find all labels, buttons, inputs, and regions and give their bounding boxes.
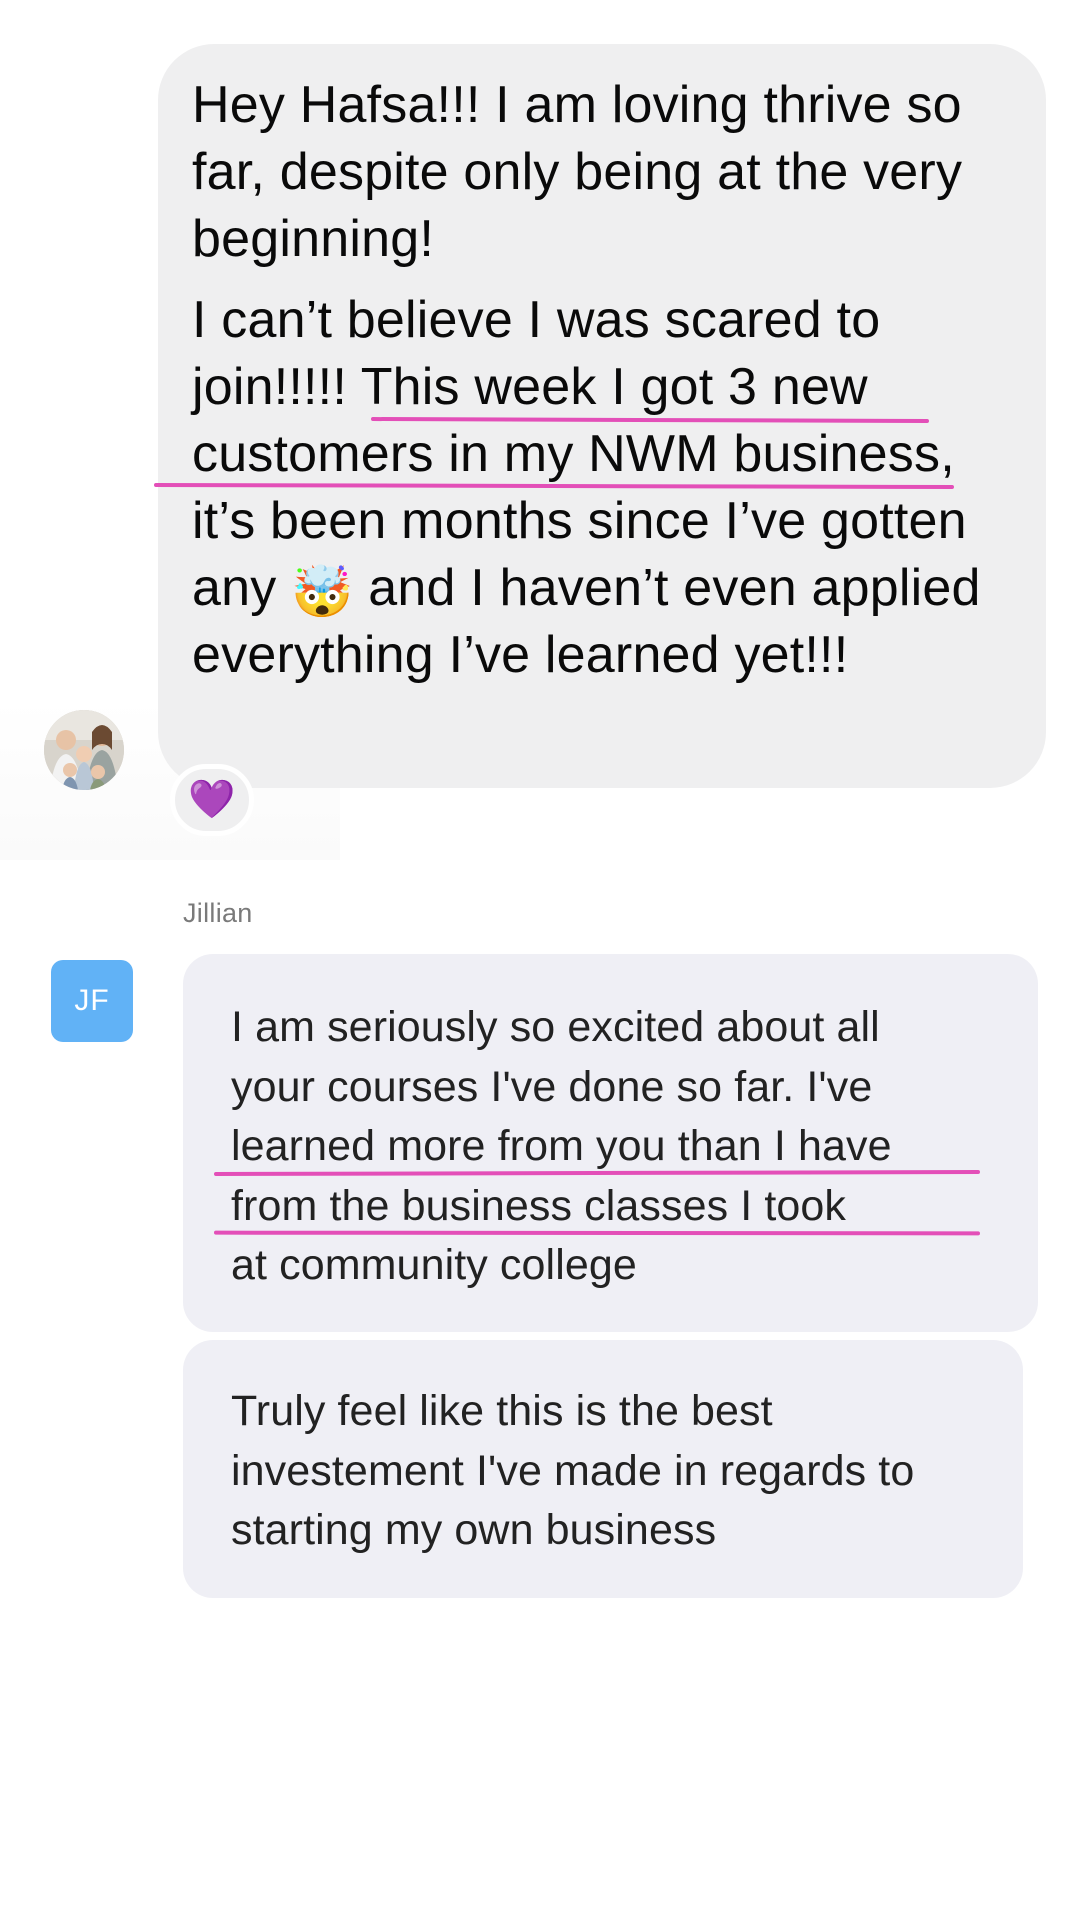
highlighted-text: This week I got 3 new [360, 358, 868, 416]
message-text: I can’t believe I was scared to [192, 291, 881, 349]
message-line: I am seriously so excited about all [231, 1003, 880, 1051]
family-photo-icon [44, 710, 124, 790]
message-line: your courses I've done so far. I've [231, 1062, 873, 1111]
exploding-head-emoji: 🤯 [291, 564, 354, 620]
message-text: Truly feel like this is the best investe… [231, 1387, 915, 1554]
message-group-top: Hey Hafsa!!! I am loving thrive so far, … [0, 0, 1080, 860]
message-bubble[interactable]: I am seriously so excited about all your… [183, 954, 1038, 1332]
highlighted-text: customers in my NWM business [192, 425, 941, 483]
message-paragraph: Hey Hafsa!!! I am loving thrive so far, … [192, 76, 963, 268]
heart-reaction[interactable]: 💜 [170, 764, 254, 836]
message-bubble[interactable]: Truly feel like this is the best investe… [183, 1340, 1023, 1598]
message-text: join!!!!! [192, 358, 361, 416]
avatar-initials[interactable]: JF [51, 960, 133, 1042]
avatar-initials-text: JF [74, 984, 110, 1017]
message-line: learned more from you than I have [231, 1122, 892, 1170]
highlight-underline [213, 1230, 981, 1236]
purple-heart-icon: 💜 [188, 779, 236, 821]
message-line: from the business classes I took [231, 1181, 847, 1230]
message-line: at community college [231, 1241, 637, 1289]
avatar[interactable] [44, 710, 124, 790]
sender-name: Jillian [183, 898, 253, 928]
message-bubble[interactable]: Hey Hafsa!!! I am loving thrive so far, … [153, 44, 1046, 788]
